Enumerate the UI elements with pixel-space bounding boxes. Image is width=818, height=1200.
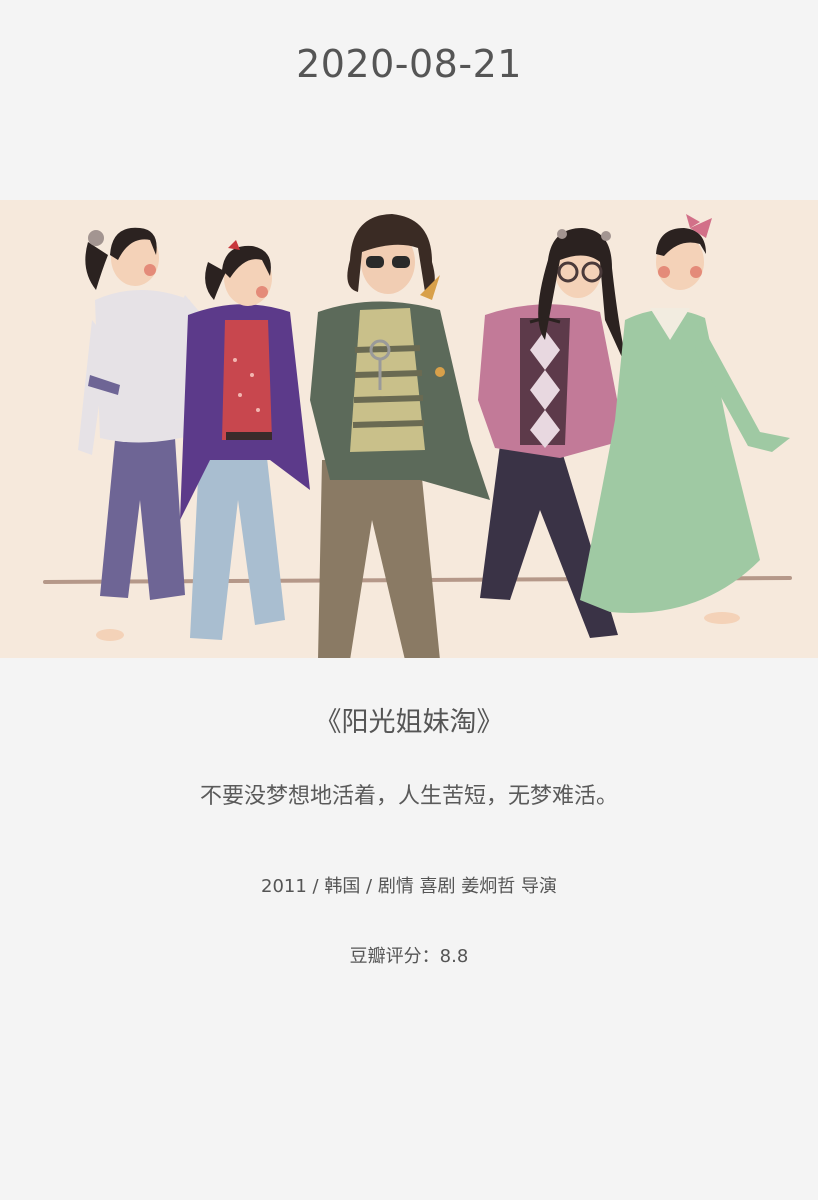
movie-quote: 不要没梦想地活着，人生苦短，无梦难活。 [199,784,618,809]
douban-rating: 豆瓣评分：8.8 [349,946,469,967]
movie-title: 《阳光姐妹淘》 [314,707,504,738]
movie-meta: 2011 / 韩国 / 剧情 喜剧 姜炯哲 导演 [261,876,557,897]
movie-card: 2020-08-21 《阳光姐妹淘》 不要没梦想地活着，人生苦短，无梦难活。 2… [0,0,818,1200]
date-heading: 2020-08-21 [296,42,522,86]
five-girls-dancing-illustration-icon [0,200,818,658]
movie-illustration [0,200,818,658]
